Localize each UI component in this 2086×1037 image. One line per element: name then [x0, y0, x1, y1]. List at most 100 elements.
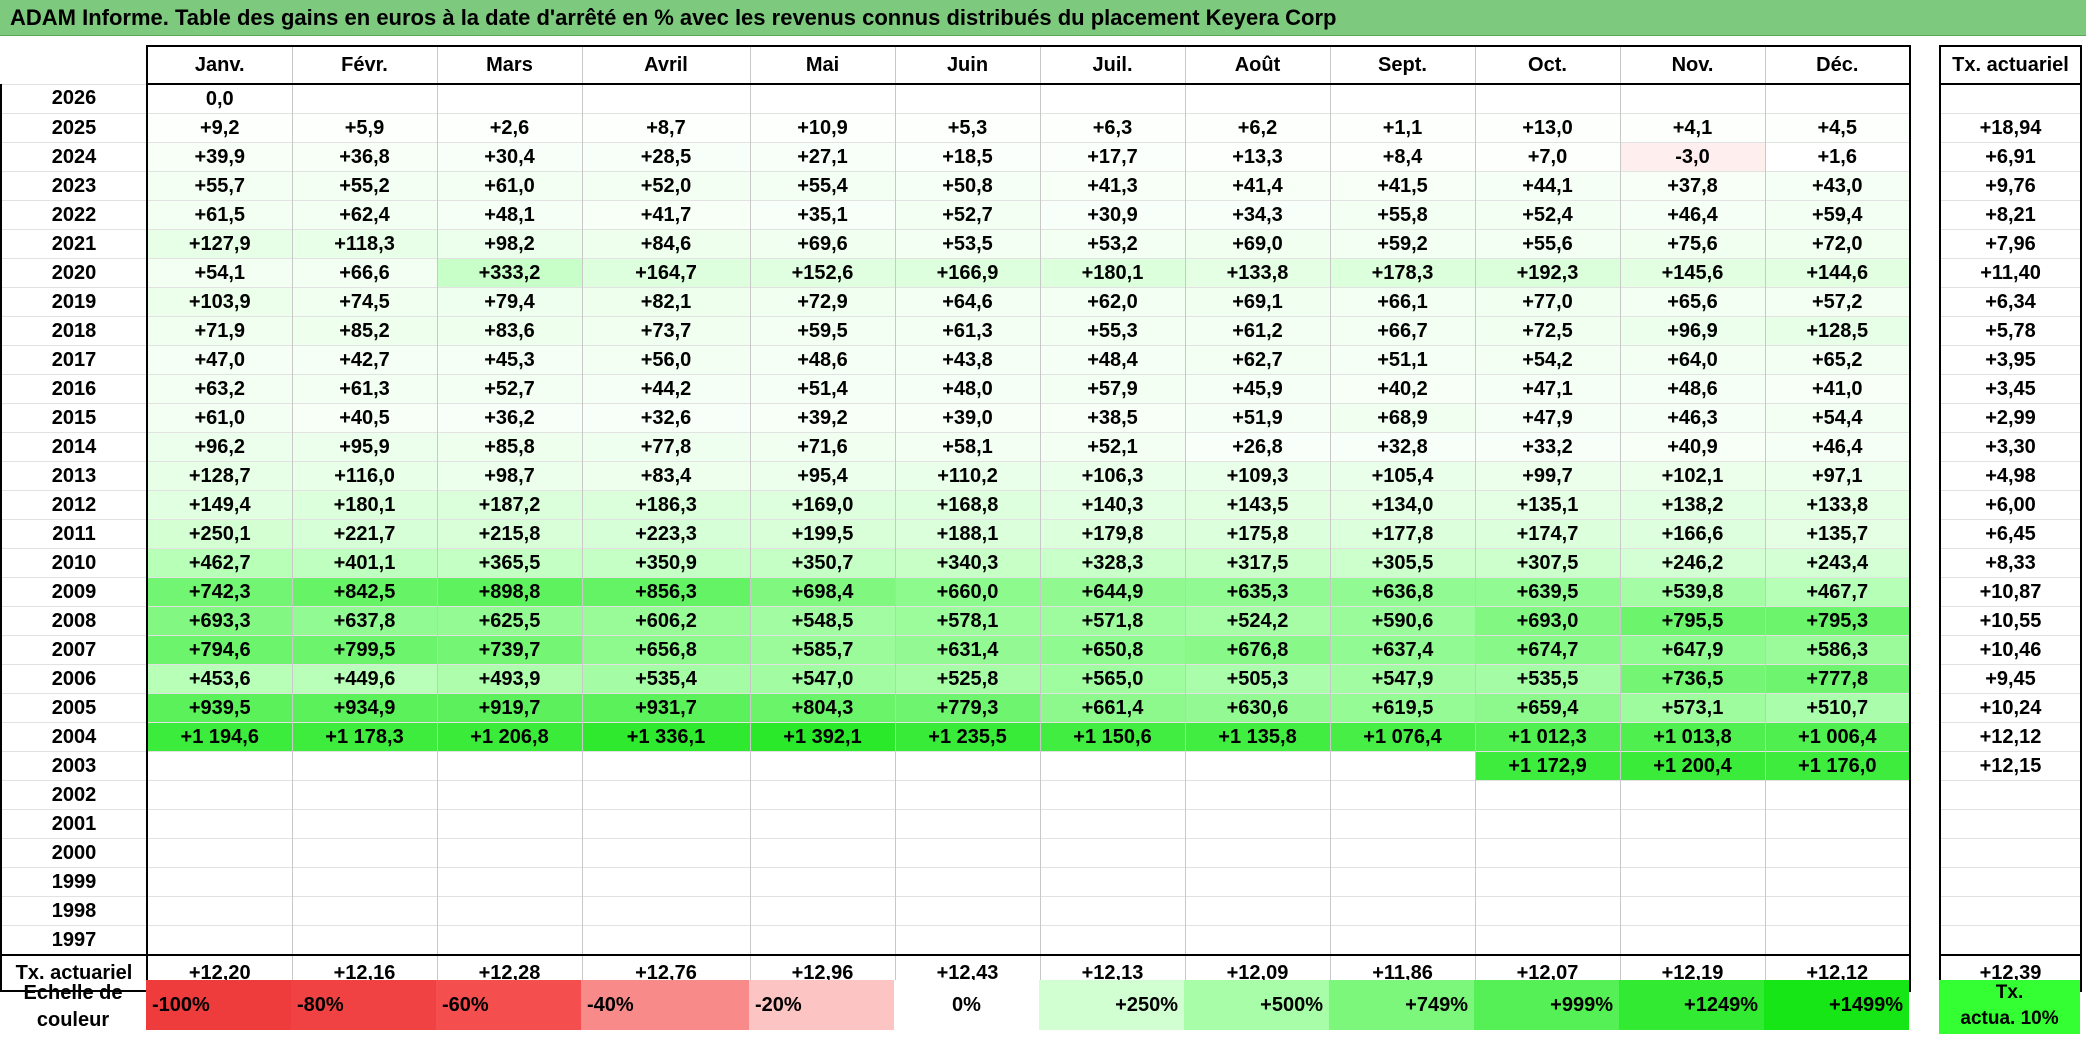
year-row: 2018 +71,9 +85,2 +83,6 +73,7 +59,5 +61,3 +55,3 +…	[0, 316, 1911, 346]
year-label: 2016	[0, 374, 147, 404]
gain-cell: +328,3	[1039, 548, 1185, 578]
gain-cell: +47,1	[1474, 374, 1620, 404]
gain-cell: +742,3	[146, 577, 292, 607]
gain-cell: +174,7	[1474, 519, 1620, 549]
gain-cell: +55,4	[749, 171, 895, 201]
year-row: 1998	[0, 896, 1911, 926]
gain-cell	[894, 925, 1040, 955]
gain-cell: +13,3	[1184, 142, 1330, 172]
color-scale-step: -20%	[749, 980, 894, 1030]
gain-cell	[581, 867, 750, 897]
gain-cell: +192,3	[1474, 258, 1620, 288]
gains-table: Janv. Févr. Mars Avril Mai Juin Juil. Août Sept.…	[0, 45, 1911, 992]
month-header: Mars	[436, 45, 582, 85]
tx-actuariel-cell	[1939, 867, 2082, 897]
corner-cell	[1, 46, 147, 84]
gain-cell: +41,4	[1184, 171, 1330, 201]
gain-cell: +61,2	[1184, 316, 1330, 346]
gain-cell: +46,4	[1619, 200, 1765, 230]
gain-cell: +199,5	[749, 519, 895, 549]
gain-cell: +36,8	[291, 142, 437, 172]
color-scale-step: +250%	[1039, 980, 1184, 1030]
gain-cell: +619,5	[1329, 693, 1475, 723]
year-row: 2009 +742,3 +842,5 +898,8 +856,3 +698,4 +660,0…	[0, 577, 1911, 607]
gain-cell	[581, 751, 750, 781]
gain-cell	[1474, 838, 1620, 868]
year-row: 2019 +103,9 +74,5 +79,4 +82,1 +72,9 +64,6 +62,0…	[0, 287, 1911, 317]
gain-cell: +1 076,4	[1329, 722, 1475, 752]
year-row: 2010 +462,7 +401,1 +365,5 +350,9 +350,7 +340,3…	[0, 548, 1911, 578]
gain-cell: +62,0	[1039, 287, 1185, 317]
gain-cell: +55,7	[146, 171, 292, 201]
gain-cell: +61,3	[291, 374, 437, 404]
gain-cell: +2,6	[436, 113, 582, 143]
gain-cell: +573,1	[1619, 693, 1765, 723]
year-row: 2007 +794,6 +799,5 +739,7 +656,8 +585,7 +631,4…	[0, 635, 1911, 665]
year-row: 2002	[0, 780, 1911, 810]
gain-cell: +10,9	[749, 113, 895, 143]
gain-cell: +4,5	[1764, 113, 1911, 143]
gain-cell: +66,7	[1329, 316, 1475, 346]
gain-cell: +661,4	[1039, 693, 1185, 723]
gain-cell: +340,3	[894, 548, 1040, 578]
gain-cell: +59,5	[749, 316, 895, 346]
gain-cell: +133,8	[1184, 258, 1330, 288]
gain-cell: +180,1	[1039, 258, 1185, 288]
gain-cell: +223,3	[581, 519, 750, 549]
gain-cell: +656,8	[581, 635, 750, 665]
gain-cell: +152,6	[749, 258, 895, 288]
gain-cell: +72,5	[1474, 316, 1620, 346]
gain-cell: +85,2	[291, 316, 437, 346]
gain-cell	[436, 896, 582, 926]
gain-cell: +95,4	[749, 461, 895, 491]
month-header: Août	[1184, 45, 1330, 85]
gain-cell: +169,0	[749, 490, 895, 520]
tx-actua-legend-line1: Tx.	[1995, 982, 2024, 1003]
gain-cell: +48,4	[1039, 345, 1185, 375]
year-row: 2020 +54,1 +66,6 +333,2 +164,7 +152,6 +166,9 +1…	[0, 258, 1911, 288]
year-row: 2026 0,0	[0, 83, 1911, 114]
year-label: 2025	[0, 113, 147, 143]
gain-cell: +127,9	[146, 229, 292, 259]
gain-cell: +1 176,0	[1764, 751, 1911, 781]
gain-cell: +109,3	[1184, 461, 1330, 491]
gain-cell: +493,9	[436, 664, 582, 694]
gain-cell	[1474, 896, 1620, 926]
gain-cell: +83,4	[581, 461, 750, 491]
gain-cell: +72,0	[1764, 229, 1911, 259]
gain-cell: +698,4	[749, 577, 895, 607]
gain-cell: +401,1	[291, 548, 437, 578]
gain-cell: +52,7	[894, 200, 1040, 230]
gain-cell: +62,4	[291, 200, 437, 230]
gain-cell: -3,0	[1619, 142, 1765, 172]
gain-cell: +96,9	[1619, 316, 1765, 346]
year-label: 2020	[0, 258, 147, 288]
gain-cell	[749, 838, 895, 868]
month-header: Sept.	[1329, 45, 1475, 85]
gain-cell: +39,9	[146, 142, 292, 172]
gain-cell: +180,1	[291, 490, 437, 520]
gain-cell: +64,6	[894, 287, 1040, 317]
gain-cell: +72,9	[749, 287, 895, 317]
gain-cell: +61,5	[146, 200, 292, 230]
gain-cell: +30,9	[1039, 200, 1185, 230]
gain-cell	[1474, 809, 1620, 839]
year-label: 2000	[0, 838, 147, 868]
gain-cell	[146, 838, 292, 868]
gain-cell: +659,4	[1474, 693, 1620, 723]
gain-cell: +41,5	[1329, 171, 1475, 201]
year-row: 2022 +61,5 +62,4 +48,1 +41,7 +35,1 +52,7 +30,9 +…	[0, 200, 1911, 230]
year-label: 2002	[0, 780, 147, 810]
gain-cell	[436, 867, 582, 897]
gain-cell	[1329, 838, 1475, 868]
color-scale-step: -80%	[291, 980, 436, 1030]
year-label: 2007	[0, 635, 147, 665]
gain-cell	[436, 838, 582, 868]
gain-cell: +1 135,8	[1184, 722, 1330, 752]
tx-actuariel-cell: +10,87	[1939, 577, 2082, 607]
color-scale-legend: Echelle de couleur -100% -80% -60% -40% -20%…	[0, 980, 2086, 1037]
gain-cell: +33,2	[1474, 432, 1620, 462]
gain-cell	[1039, 751, 1185, 781]
gain-cell: +842,5	[291, 577, 437, 607]
tx-actua-legend: Tx. actua. 10%	[1939, 980, 2080, 1034]
